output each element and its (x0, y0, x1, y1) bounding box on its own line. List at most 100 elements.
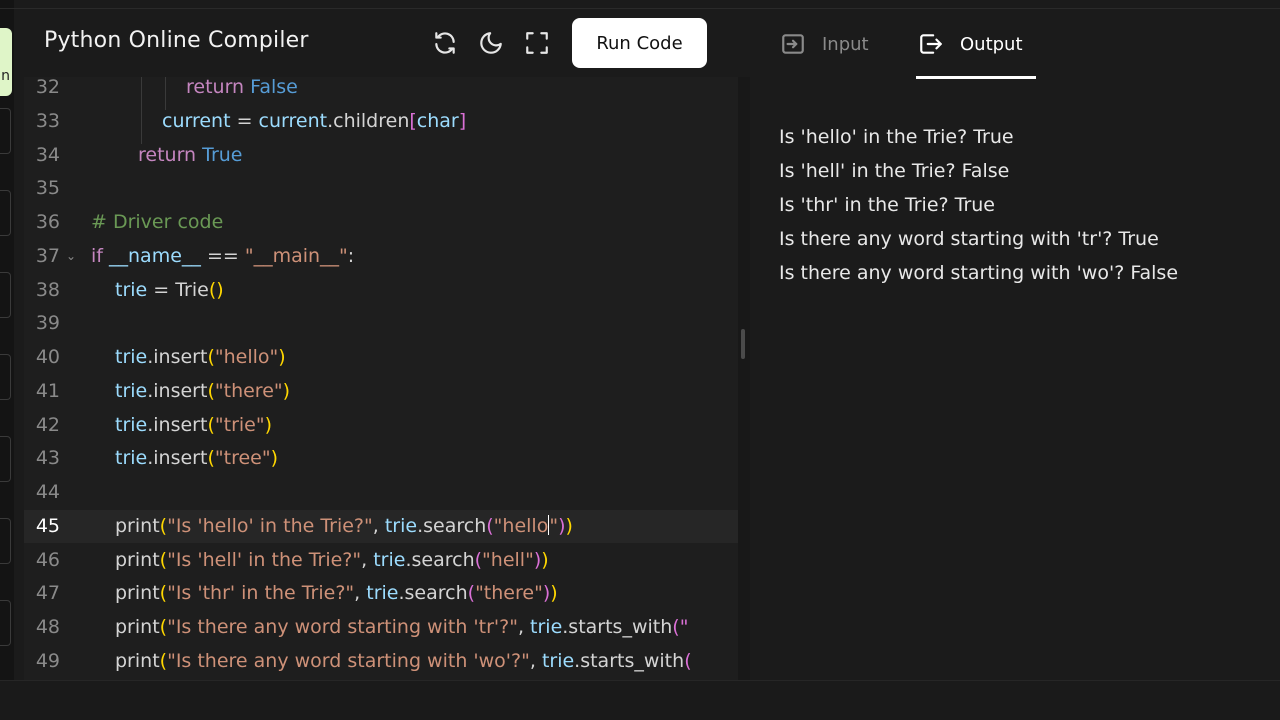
sidebar-item[interactable] (0, 354, 11, 400)
code-token: print (115, 616, 160, 638)
code-line[interactable]: 37 ⌄ if __name__ == "__main__": (24, 240, 738, 273)
line-number: 36 (35, 211, 60, 233)
io-panel: Input Output Is 'hello' in the Trie? Tru… (750, 10, 1280, 680)
code-token: .search (398, 582, 468, 605)
code-token: trie (115, 278, 148, 301)
output-console: Is 'hello' in the Trie? True Is 'hell' i… (779, 120, 1269, 290)
run-code-button[interactable]: Run Code (572, 18, 707, 68)
line-number: 47 (35, 582, 60, 605)
code-token: "Is 'thr' in the Trie?" (167, 582, 355, 605)
code-line[interactable]: 36 # Driver code (24, 206, 738, 239)
code-token: , (529, 649, 542, 672)
code-line[interactable]: 45 print("Is 'hello' in the Trie?", trie.… (24, 509, 738, 543)
code-token: "Is there any word starting with 'tr'?" (167, 616, 518, 638)
sidebar-badge[interactable]: n (0, 28, 12, 96)
sidebar-item[interactable] (0, 190, 11, 236)
code-token: ( (207, 346, 215, 368)
tab-input[interactable]: Input (780, 10, 869, 78)
code-token: == (200, 244, 245, 267)
code-token: ) (565, 514, 573, 537)
code-token: = (147, 278, 176, 301)
code-line[interactable]: 41 trie.insert("there") (24, 375, 738, 408)
sidebar-item[interactable] (0, 436, 11, 482)
tab-output[interactable]: Output (918, 10, 1023, 78)
line-number: 40 (35, 346, 60, 368)
code-line[interactable]: 42 trie.insert("trie") (24, 409, 738, 442)
panel-splitter[interactable] (738, 77, 750, 680)
code-token: trie (541, 649, 575, 672)
code-editor[interactable]: 32 return False 33 current = current.childr… (24, 77, 738, 680)
fold-chevron-icon[interactable]: ⌄ (66, 240, 76, 273)
code-token: , (354, 582, 367, 605)
code-token: char (416, 109, 459, 132)
code-token: return (186, 77, 251, 98)
line-number: 32 (35, 77, 60, 98)
code-token: .insert (147, 379, 208, 402)
sidebar-item[interactable] (0, 600, 11, 646)
code-token: trie (115, 379, 148, 402)
code-token: trie (366, 582, 399, 605)
code-line[interactable]: 40 trie.insert("hello") (24, 341, 738, 374)
code-token: ( (207, 413, 215, 436)
code-text: trie.insert("trie") (115, 409, 272, 442)
code-line[interactable]: 47 print("Is 'thr' in the Trie?", trie.se… (24, 577, 738, 610)
code-token: ) (282, 379, 291, 402)
code-token: ( (207, 447, 215, 470)
code-token: : (347, 244, 355, 267)
code-text: trie = Trie() (115, 274, 224, 307)
line-number: 45 (35, 514, 60, 537)
sidebar-item[interactable] (0, 272, 11, 318)
code-token: "Is there any word starting with 'wo'?" (167, 649, 530, 672)
sidebar-item[interactable] (0, 518, 11, 564)
line-number: 39 (35, 312, 60, 335)
line-number: 46 (35, 548, 60, 571)
output-icon (920, 34, 942, 54)
code-token: , (517, 616, 531, 638)
code-line[interactable]: 38 trie = Trie() (24, 274, 738, 307)
code-line[interactable]: 39 (24, 307, 738, 340)
code-token: [ (409, 109, 417, 132)
code-text: print("Is 'thr' in the Trie?", trie.sear… (115, 577, 558, 610)
code-text: return True (138, 139, 243, 172)
code-token: return (138, 143, 203, 166)
code-line[interactable]: 32 return False (24, 77, 738, 104)
code-token: "there" (475, 582, 543, 605)
refresh-icon[interactable] (432, 30, 458, 56)
code-token: ( (159, 649, 168, 672)
code-line[interactable]: 43 trie.insert("tree") (24, 442, 738, 475)
code-token: "hello (493, 514, 549, 537)
splitter-handle[interactable] (741, 329, 745, 359)
moon-icon[interactable] (478, 30, 504, 56)
code-line[interactable]: 48 print("Is there any word starting with… (24, 611, 738, 644)
code-token: ( (159, 616, 168, 638)
top-divider (0, 8, 1280, 9)
code-token: ( (474, 548, 483, 571)
sidebar-badge-glyph: n (1, 68, 10, 84)
code-line[interactable]: 49 print("Is there any word starting with… (24, 645, 738, 678)
code-line[interactable]: 34 return True (24, 139, 738, 172)
fullscreen-icon[interactable] (524, 30, 550, 56)
code-line[interactable]: 44 (24, 476, 738, 509)
output-line: Is 'hell' in the Trie? False (779, 160, 1010, 182)
app-title: Python Online Compiler (44, 28, 309, 53)
code-token: .children (327, 109, 410, 132)
code-token: print (115, 582, 160, 605)
code-token: print (115, 649, 160, 672)
code-line[interactable]: 33 current = current.children[char] (24, 105, 738, 138)
output-line: Is 'hello' in the Trie? True (779, 126, 1014, 148)
code-token: ( (159, 514, 168, 537)
output-line: Is 'thr' in the Trie? True (779, 194, 995, 216)
code-token: ) (270, 447, 278, 470)
line-number: 38 (35, 278, 60, 301)
tab-output-label: Output (960, 33, 1023, 55)
code-token: ( (159, 548, 168, 571)
tab-input-label: Input (822, 33, 869, 55)
code-token: True (202, 143, 243, 166)
code-line[interactable]: 35 (24, 172, 738, 205)
code-line[interactable]: 46 print("Is 'hell' in the Trie?", trie.s… (24, 544, 738, 577)
code-token: current (258, 109, 328, 132)
code-text: return False (186, 77, 298, 104)
sidebar-item[interactable] (0, 108, 11, 154)
code-token: "Is 'hello' in the Trie?" (167, 514, 373, 537)
code-token: trie (373, 548, 406, 571)
